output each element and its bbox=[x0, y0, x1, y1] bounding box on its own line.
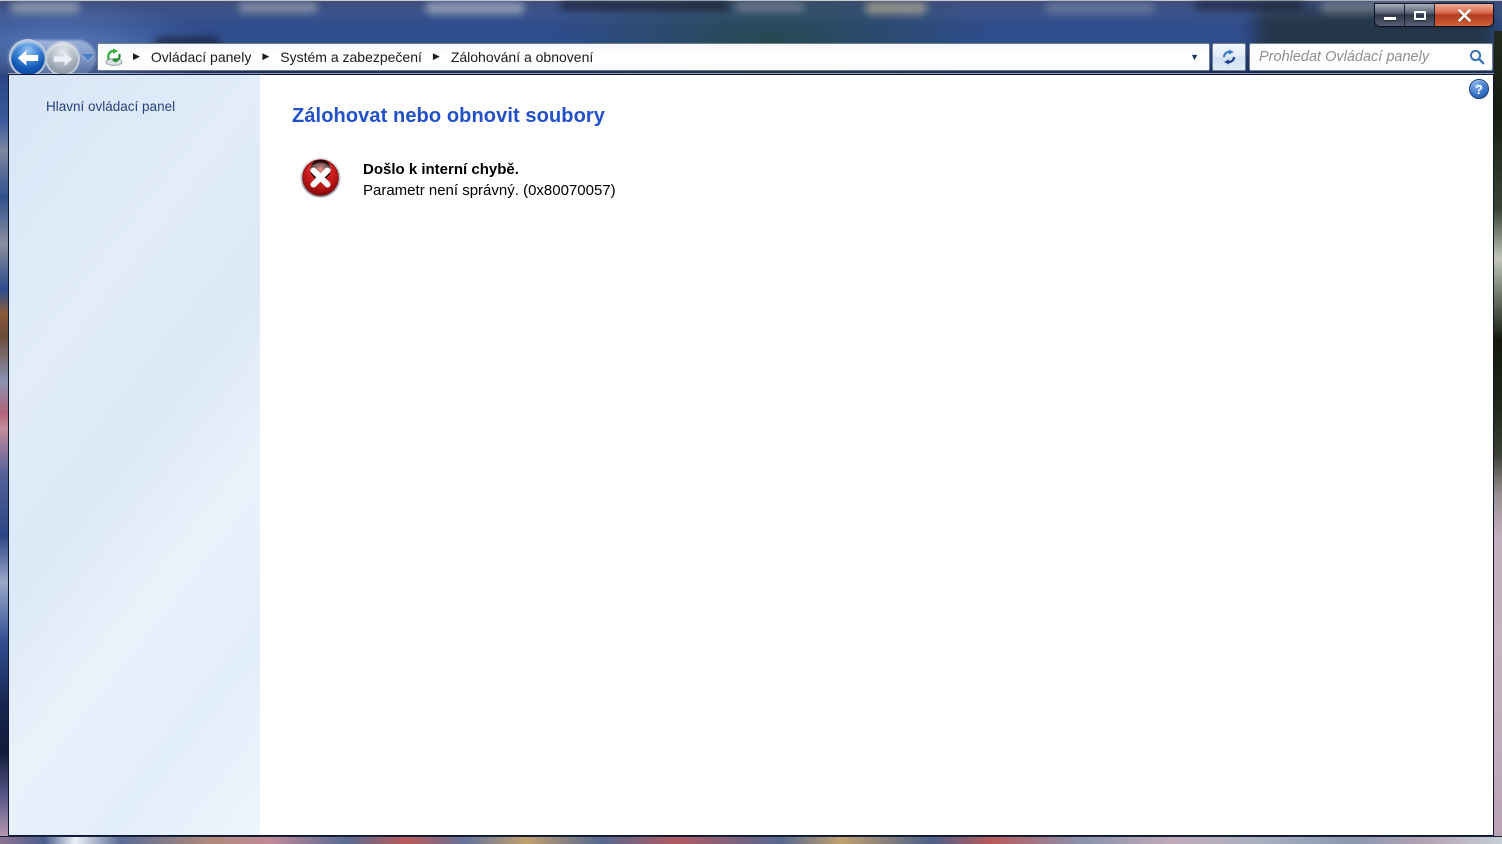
search-box bbox=[1249, 43, 1493, 71]
client-area: Hlavní ovládací panel ? Zálohovat nebo o… bbox=[8, 74, 1494, 836]
back-button[interactable] bbox=[11, 41, 45, 75]
window-controls bbox=[1375, 4, 1493, 26]
main-content: ? Zálohovat nebo obnovit soubory Došlo k… bbox=[260, 75, 1493, 835]
sidebar-item-control-panel-home[interactable]: Hlavní ovládací panel bbox=[46, 99, 175, 114]
window-frame-left bbox=[0, 74, 8, 844]
breadcrumb-separator-icon[interactable]: ▶ bbox=[133, 51, 140, 62]
page-title: Zálohovat nebo obnovit soubory bbox=[292, 105, 605, 127]
forward-button-disabled[interactable] bbox=[47, 43, 78, 74]
maximize-icon bbox=[1413, 10, 1426, 20]
refresh-button[interactable] bbox=[1212, 43, 1246, 71]
desktop-blur-blob bbox=[560, 1, 730, 10]
desktop-blur-blob bbox=[10, 2, 80, 13]
minimize-button[interactable] bbox=[1375, 4, 1405, 26]
address-dropdown-icon[interactable]: ▼ bbox=[1186, 52, 1203, 62]
control-panel-window: ▶ Ovládací panely ▶ Systém a zabezpečení… bbox=[0, 0, 1502, 844]
breadcrumb-item-control-panel[interactable]: Ovládací panely bbox=[149, 47, 253, 67]
desktop-blur-blob bbox=[425, 2, 525, 14]
error-title: Došlo k interní chybě. bbox=[363, 161, 519, 178]
window-frame-right bbox=[1494, 31, 1502, 844]
error-message: Parametr není správný. (0x80070057) bbox=[363, 182, 616, 199]
help-icon: ? bbox=[1475, 81, 1483, 97]
refresh-icon bbox=[1222, 49, 1236, 65]
arrow-right-icon bbox=[53, 51, 72, 66]
desktop-blur-blob bbox=[735, 2, 805, 12]
search-input[interactable] bbox=[1250, 44, 1462, 70]
error-icon bbox=[300, 157, 341, 198]
help-button[interactable]: ? bbox=[1469, 79, 1489, 99]
error-texts: Došlo k interní chybě. Parametr není spr… bbox=[363, 157, 616, 201]
arrow-left-icon bbox=[17, 50, 39, 66]
desktop-blur-blob bbox=[1045, 2, 1155, 14]
desktop-blur-blob bbox=[238, 2, 318, 13]
maximize-button[interactable] bbox=[1405, 4, 1435, 26]
breadcrumb-separator-icon[interactable]: ▶ bbox=[262, 51, 269, 62]
error-message-block: Došlo k interní chybě. Parametr není spr… bbox=[300, 157, 616, 201]
screen: { "window": { "help_glyph": "?", "contro… bbox=[0, 0, 1502, 844]
window-frame-bottom bbox=[0, 836, 1502, 844]
search-icon[interactable] bbox=[1462, 49, 1492, 65]
minimize-icon bbox=[1383, 16, 1396, 20]
magnifier-icon bbox=[1469, 49, 1485, 65]
breadcrumb-separator-icon[interactable]: ▶ bbox=[433, 51, 440, 62]
desktop-blur-blob bbox=[865, 2, 927, 14]
close-icon bbox=[1457, 8, 1471, 22]
recent-pages-dropdown[interactable] bbox=[82, 54, 94, 61]
address-bar[interactable]: ▶ Ovládací panely ▶ Systém a zabezpečení… bbox=[97, 43, 1210, 71]
breadcrumb-item-backup-restore[interactable]: Zálohování a obnovení bbox=[449, 47, 595, 67]
backup-restore-icon bbox=[105, 48, 123, 66]
breadcrumb-item-system-security[interactable]: Systém a zabezpečení bbox=[278, 47, 424, 67]
close-button[interactable] bbox=[1435, 4, 1493, 26]
sidebar: Hlavní ovládací panel bbox=[9, 75, 260, 835]
